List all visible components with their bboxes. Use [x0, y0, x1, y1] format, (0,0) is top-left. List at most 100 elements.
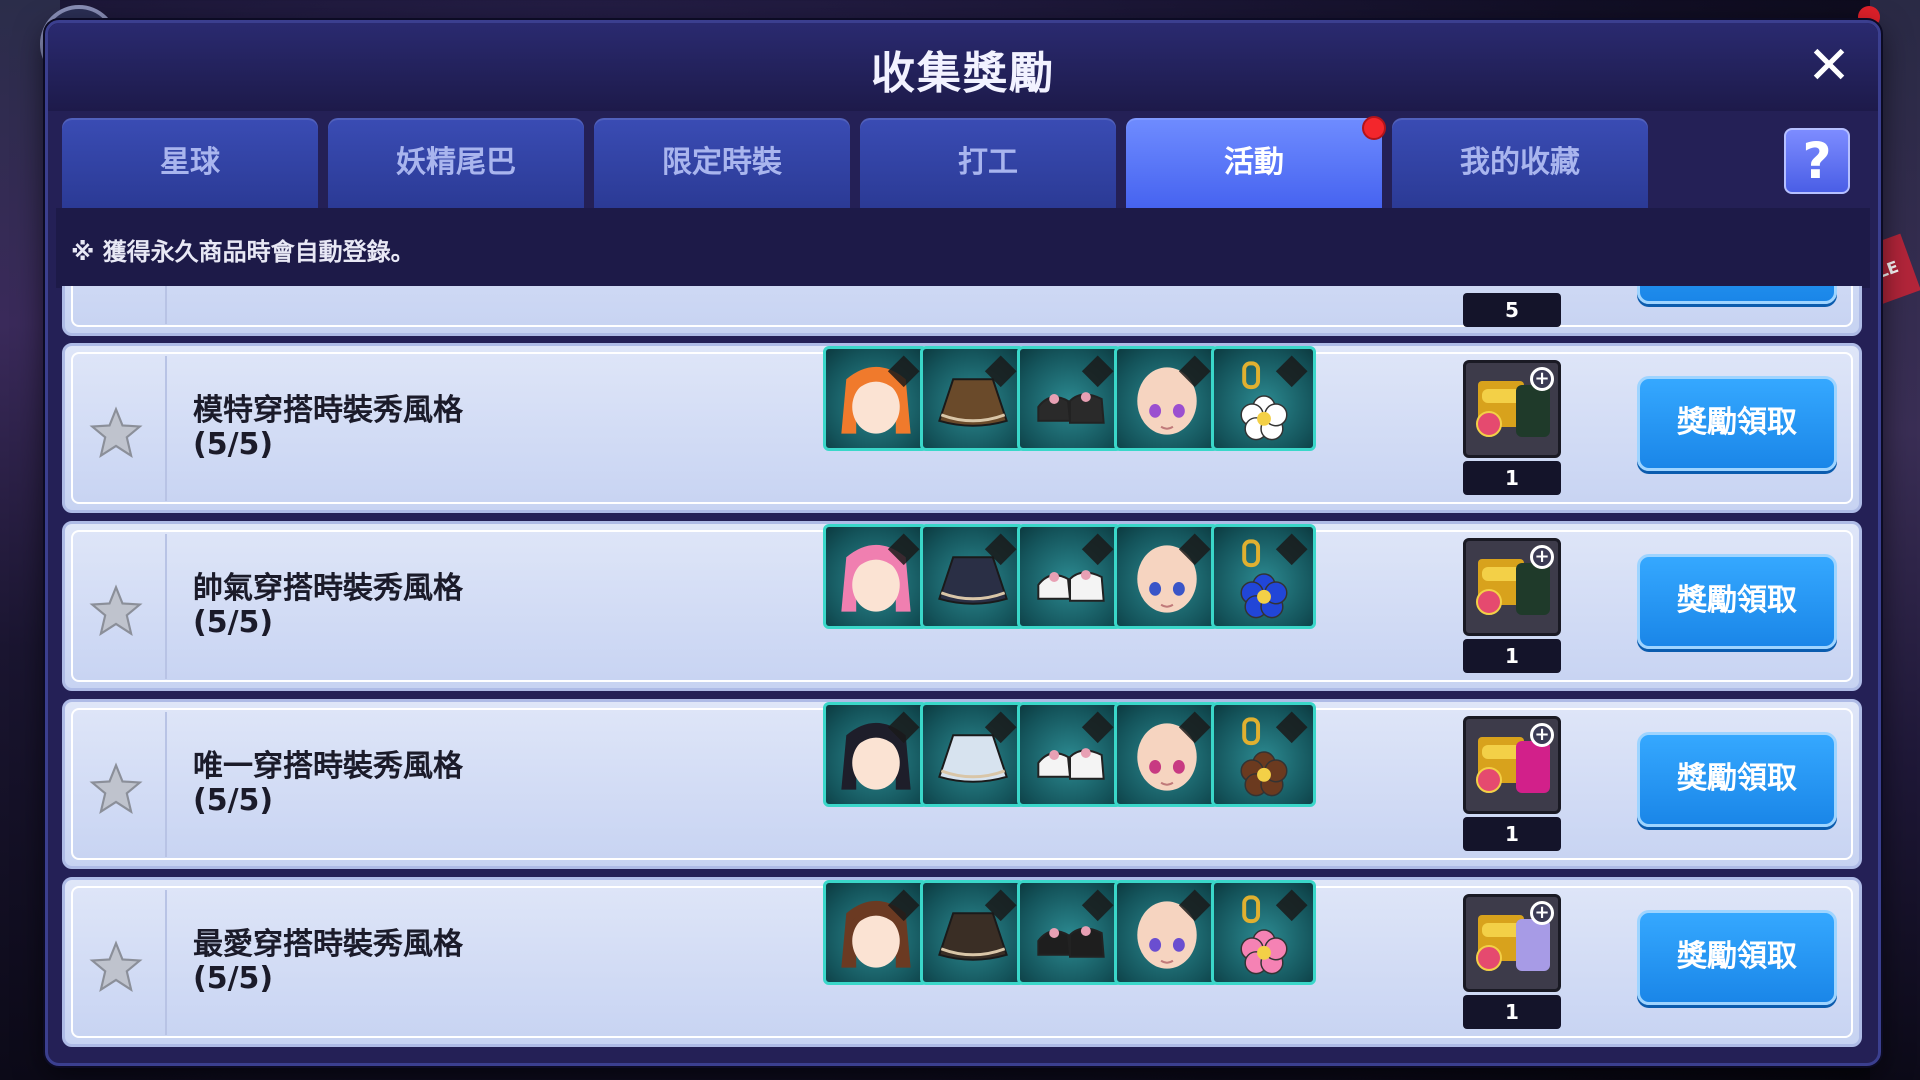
tab-label: 限定時裝 — [662, 145, 782, 180]
collection-item-slot-skirt[interactable] — [920, 702, 1025, 807]
tab-5[interactable]: 我的收藏 — [1392, 118, 1648, 208]
collection-item-slot-hair[interactable] — [823, 702, 928, 807]
star-cell — [65, 286, 167, 324]
dialog-title: 收集獎勵 — [871, 48, 1055, 99]
collection-item-slot-hair[interactable] — [823, 346, 928, 451]
skirt-item-icon — [937, 888, 1017, 961]
collection-item-slot-skirt[interactable] — [920, 524, 1025, 629]
tab-label: 星球 — [160, 145, 220, 180]
reward-count: 1 — [1463, 817, 1561, 851]
face-item-icon — [1136, 532, 1211, 613]
collection-name: 帥氣穿搭時裝秀風格 — [193, 571, 463, 606]
zoom-in-icon[interactable]: + — [1530, 901, 1554, 925]
medal-icon — [1476, 767, 1502, 793]
collection-progress: (5/5) — [193, 783, 274, 818]
collection-item-slot-face[interactable] — [1114, 524, 1219, 629]
reward-preview-box[interactable]: + — [1463, 716, 1561, 814]
hair-item-icon — [840, 354, 920, 434]
charm-item-icon — [1239, 710, 1308, 796]
claim-reward-button[interactable] — [1637, 286, 1837, 304]
shoes-item-icon — [1036, 888, 1114, 958]
collection-item-slot-shoes[interactable] — [1017, 524, 1122, 629]
medal-icon — [1476, 411, 1502, 437]
collection-item-slot-skirt[interactable] — [920, 346, 1025, 451]
claim-reward-button[interactable]: 獎勵領取 — [1637, 376, 1837, 471]
collection-reward-dialog: 收集獎勵 ✕ 星球 妖精尾巴 限定時裝 打工 活動 我的收藏 ? ※ 獲得永久商品時會自動… — [45, 20, 1881, 1066]
dialog-header: 收集獎勵 ✕ — [48, 23, 1878, 111]
collection-item-slot-shoes[interactable] — [1017, 702, 1122, 807]
star-cell — [65, 356, 167, 501]
hair-item-icon — [840, 888, 920, 968]
collection-progress: (5/5) — [193, 961, 274, 996]
shoes-item-icon — [1036, 710, 1114, 780]
help-button[interactable]: ? — [1784, 128, 1850, 194]
star-icon — [89, 940, 143, 993]
face-item-icon — [1136, 354, 1211, 435]
close-button[interactable]: ✕ — [1804, 40, 1854, 92]
notice-bar: ※ 獲得永久商品時會自動登錄。 — [56, 208, 1870, 288]
close-icon: ✕ — [1807, 36, 1851, 96]
collection-item-slot-charm[interactable] — [1211, 880, 1316, 985]
collection-item-slot-charm[interactable] — [1211, 346, 1316, 451]
collection-name: 最愛穿搭時裝秀風格 — [193, 927, 463, 962]
collection-item-slot-face[interactable] — [1114, 702, 1219, 807]
claim-reward-button[interactable]: 獎勵領取 — [1637, 910, 1837, 1005]
tab-3[interactable]: 打工 — [860, 118, 1116, 208]
notice-text: ※ 獲得永久商品時會自動登錄。 — [71, 238, 415, 266]
collection-item-slot-hair[interactable] — [823, 880, 928, 985]
charm-item-icon — [1239, 888, 1308, 974]
star-icon — [89, 584, 143, 637]
star-cell — [65, 712, 167, 857]
collection-item-slot-charm[interactable] — [1211, 524, 1316, 629]
tab-4[interactable]: 活動 — [1126, 116, 1386, 208]
zoom-in-icon[interactable]: + — [1530, 545, 1554, 569]
medal-icon — [1476, 589, 1502, 615]
face-item-icon — [1136, 888, 1211, 969]
collection-title: 模特穿搭時裝秀風格 (5/5) — [193, 394, 463, 462]
outfit-icon — [1516, 385, 1550, 437]
collection-title: 唯一穿搭時裝秀風格 (5/5) — [193, 750, 463, 818]
hair-item-icon — [840, 710, 920, 790]
collection-row: 最愛穿搭時裝秀風格 (5/5) +1 獎勵領取 — [62, 877, 1862, 1047]
collection-item-slot-hair[interactable] — [823, 524, 928, 629]
charm-item-icon — [1239, 532, 1308, 618]
reward-preview-box[interactable]: + — [1463, 360, 1561, 458]
tab-2[interactable]: 限定時裝 — [594, 118, 850, 208]
tab-0[interactable]: 星球 — [62, 118, 318, 208]
zoom-in-icon[interactable]: + — [1530, 367, 1554, 391]
collection-item-slot-face[interactable] — [1114, 880, 1219, 985]
collection-title: 最愛穿搭時裝秀風格 (5/5) — [193, 928, 463, 996]
collection-item-slot-charm[interactable] — [1211, 702, 1316, 807]
collection-item-slot-shoes[interactable] — [1017, 346, 1122, 451]
reward-count: 1 — [1463, 639, 1561, 673]
collection-row: 唯一穿搭時裝秀風格 (5/5) +1 獎勵領取 — [62, 699, 1862, 869]
zoom-in-icon[interactable]: + — [1530, 723, 1554, 747]
collection-title: 帥氣穿搭時裝秀風格 (5/5) — [193, 572, 463, 640]
tab-alert-dot — [1362, 116, 1386, 140]
collection-progress: (5/5) — [193, 427, 274, 462]
claim-reward-button[interactable]: 獎勵領取 — [1637, 732, 1837, 827]
row-border — [71, 286, 1853, 327]
collection-row: 帥氣穿搭時裝秀風格 (5/5) +1 獎勵領取 — [62, 521, 1862, 691]
claim-reward-button[interactable]: 獎勵領取 — [1637, 554, 1837, 649]
star-icon — [89, 762, 143, 815]
collection-item-slot-skirt[interactable] — [920, 880, 1025, 985]
reward-count: 1 — [1463, 995, 1561, 1029]
tab-label: 打工 — [958, 145, 1018, 180]
tab-1[interactable]: 妖精尾巴 — [328, 118, 584, 208]
reward-count: 1 — [1463, 461, 1561, 495]
star-cell — [65, 890, 167, 1035]
collection-item-slot-face[interactable] — [1114, 346, 1219, 451]
collection-list[interactable]: 5 模特穿搭時裝秀風格 (5/5) +1 獎勵領取 帥氣穿搭時裝秀風格 (5/5) +1 獎勵領… — [62, 286, 1864, 1056]
collection-row-partial: 5 — [62, 286, 1862, 336]
shoes-item-icon — [1036, 532, 1114, 602]
tab-label: 活動 — [1224, 145, 1284, 180]
medal-icon — [1476, 945, 1502, 971]
reward-preview-box[interactable]: + — [1463, 538, 1561, 636]
star-cell — [65, 534, 167, 679]
collection-name: 唯一穿搭時裝秀風格 — [193, 749, 463, 784]
reward-preview-box[interactable]: + — [1463, 894, 1561, 992]
collection-item-slot-shoes[interactable] — [1017, 880, 1122, 985]
collection-row: 模特穿搭時裝秀風格 (5/5) +1 獎勵領取 — [62, 343, 1862, 513]
tab-label: 我的收藏 — [1460, 145, 1580, 180]
